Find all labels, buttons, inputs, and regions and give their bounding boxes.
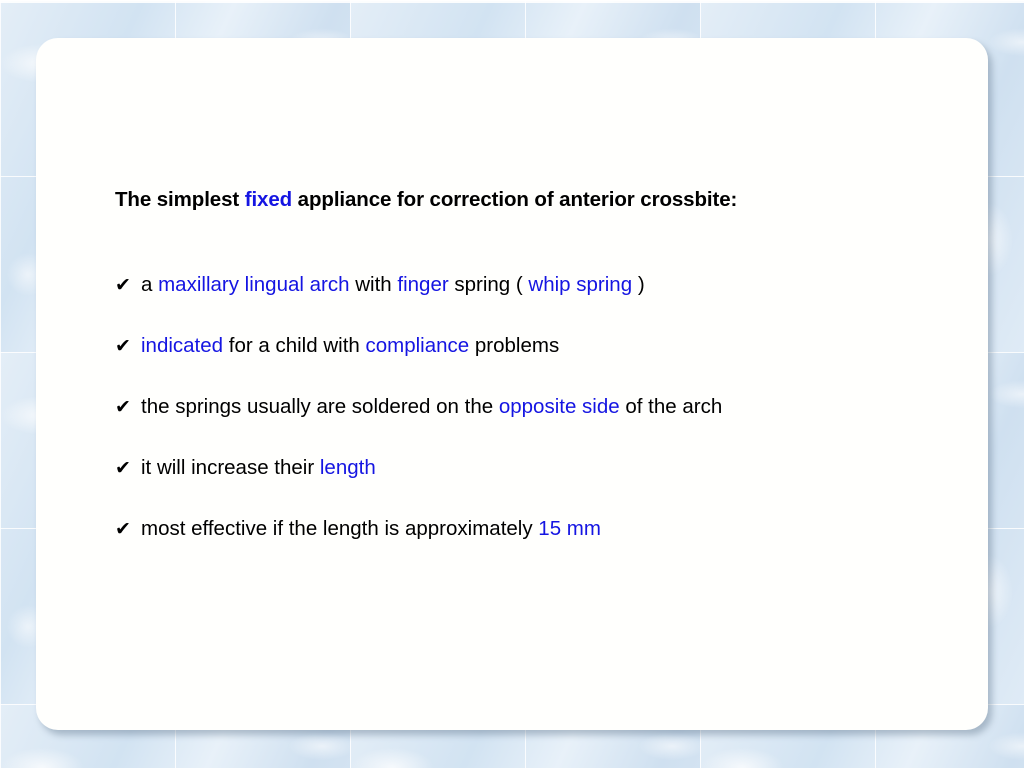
text-run: with <box>349 272 398 296</box>
text-run: a <box>141 272 159 296</box>
bullet-list: ✔ a maxillary lingual arch with finger sp… <box>115 273 915 578</box>
bullet-text: it will increase their length <box>141 456 376 479</box>
slide-title: The simplest fixed appliance for correct… <box>115 188 915 213</box>
highlighted-term: opposite side <box>498 394 620 418</box>
highlighted-term: fixed <box>244 188 293 211</box>
text-run: The simplest <box>115 188 245 211</box>
slide-content: The simplest fixed appliance for correct… <box>115 188 915 578</box>
slide-card: The simplest fixed appliance for correct… <box>36 38 988 730</box>
bullet-text: most effective if the length is approxim… <box>141 517 601 540</box>
checkmark-icon: ✔ <box>115 274 131 296</box>
text-run: the springs usually are soldered on the <box>141 394 499 418</box>
text-run: for a child with <box>223 333 366 357</box>
bullet-text: the springs usually are soldered on the … <box>141 395 722 418</box>
highlighted-term: finger <box>397 272 449 296</box>
text-run: problems <box>469 333 560 357</box>
highlighted-term: length <box>319 455 376 479</box>
text-run: appliance for correction of anterior cro… <box>292 188 738 211</box>
bullet-text: indicated for a child with compliance pr… <box>141 334 559 357</box>
text-run: spring ( <box>448 272 529 296</box>
slide-background: The simplest fixed appliance for correct… <box>0 0 1024 768</box>
text-run: most effective if the length is approxim… <box>141 516 539 540</box>
background-top-sheen <box>0 0 1024 3</box>
bullet-text: a maxillary lingual arch with finger spr… <box>141 273 645 296</box>
checkmark-icon: ✔ <box>115 457 131 479</box>
text-run: it will increase their <box>141 455 320 479</box>
highlighted-term: indicated <box>141 333 224 357</box>
text-run: ) <box>632 272 645 296</box>
checkmark-icon: ✔ <box>115 335 131 357</box>
bullet-item: ✔ it will increase their length <box>115 456 915 517</box>
bullet-item: ✔ most effective if the length is approxi… <box>115 517 915 578</box>
text-run: of the arch <box>619 394 723 418</box>
checkmark-icon: ✔ <box>115 518 131 540</box>
bullet-item: ✔ a maxillary lingual arch with finger sp… <box>115 273 915 334</box>
highlighted-term: 15 mm <box>538 516 601 540</box>
highlighted-term: maxillary lingual arch <box>158 272 350 296</box>
bullet-item: ✔ indicated for a child with compliance p… <box>115 334 915 395</box>
checkmark-icon: ✔ <box>115 396 131 418</box>
bullet-item: ✔ the springs usually are soldered on the… <box>115 395 915 456</box>
highlighted-term: whip spring <box>528 272 633 296</box>
highlighted-term: compliance <box>365 333 470 357</box>
